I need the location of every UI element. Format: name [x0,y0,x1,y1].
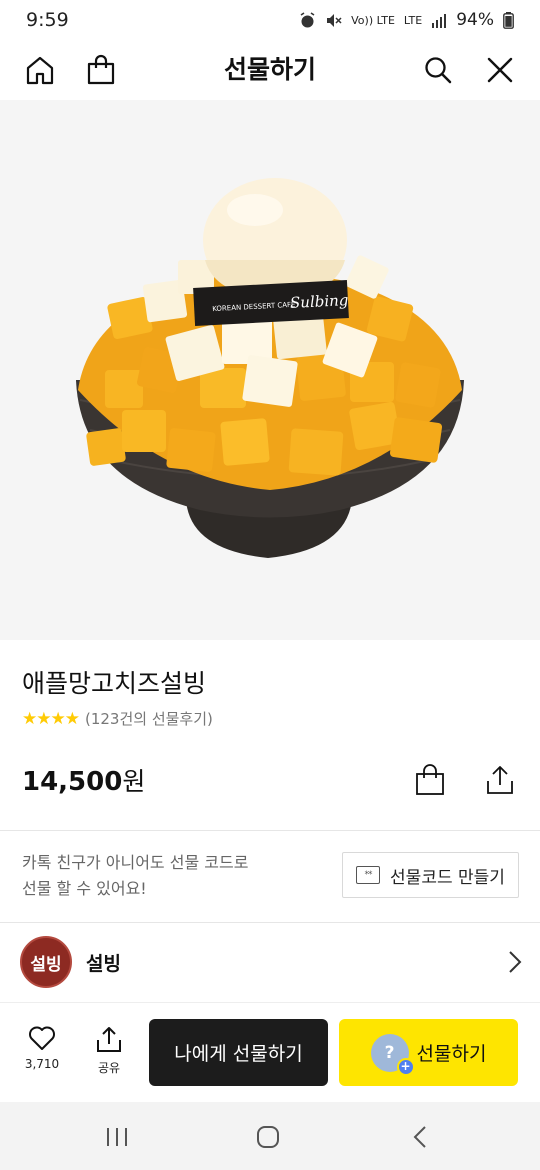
review-count[interactable]: (123건의 선물후기) [85,708,213,729]
product-name: 애플망고치즈설빙 [22,669,207,698]
divider [0,830,540,831]
share-icon [97,1027,121,1052]
like-count: 3,710 [24,1057,60,1071]
volte-icon: Vo)) LTE [351,13,395,27]
search-icon [425,57,452,84]
brand-link[interactable]: 설빙 설빙 [0,922,540,1002]
share-icon [487,766,513,794]
price-value: 14,500 [22,767,123,797]
battery-percent: 94% [456,10,494,30]
rating-stars: ★★★★ [22,708,80,729]
status-time: 9:59 [26,9,69,31]
recent-apps-icon [107,1128,127,1146]
system-nav-bar [0,1102,540,1170]
add-to-gift-box-button[interactable] [410,758,450,802]
lte-icon: LTE [403,13,423,27]
mute-icon [327,13,342,27]
status-indicators: Vo)) LTE LTE 94% [299,10,514,30]
gift-code-icon: ** [356,866,381,884]
share-icon-button[interactable] [480,758,520,802]
bingsu-illustration: KOREAN DESSERT CAFE Sulbing [76,178,464,558]
bag-icon [416,764,444,795]
home-nav-button[interactable] [248,1120,288,1154]
gift-code-line-2: 선물 할 수 있어요! [22,879,147,898]
friend-avatar-icon: ? + [370,1033,415,1076]
gift-code-line-1: 카톡 친구가 아니어도 선물 코드로 [22,853,249,872]
heart-icon [29,1026,55,1050]
brand-logo: 설빙 [20,936,72,988]
gift-to-me-button[interactable]: 나에게 선물하기 [149,1019,328,1086]
signal-icon [432,13,447,28]
search-button[interactable] [418,50,458,90]
close-icon [487,57,513,83]
gift-code-description: 카톡 친구가 아니어도 선물 코드로 선물 할 수 있어요! [22,850,248,902]
tag-brand: Sulbing [290,291,349,312]
home-circle-icon [257,1126,279,1148]
brand-name: 설빙 [86,952,121,975]
alarm-icon [300,11,315,27]
share-button[interactable]: 공유 [79,1025,139,1076]
like-button[interactable]: 3,710 [12,1025,72,1071]
status-bar: 9:59 Vo)) LTE LTE 94% [0,0,540,40]
bottom-action-bar: 3,710 공유 나에게 선물하기 ? + 선물하기 [0,1002,540,1102]
gift-box-button[interactable] [81,50,121,90]
send-gift-label: 선물하기 [416,1043,487,1065]
price-unit: 원 [122,767,146,796]
brand-logo-text: 설빙 [30,954,62,975]
create-gift-code-label: 선물코드 만들기 [390,867,505,888]
gift-to-me-label: 나에게 선물하기 [174,1043,303,1065]
battery-icon [503,11,514,29]
recent-apps-button[interactable] [97,1120,137,1154]
price-actions [410,758,520,802]
back-button[interactable] [400,1120,440,1154]
plus-icon: + [396,1057,415,1076]
product-image[interactable]: KOREAN DESSERT CAFE Sulbing [0,100,540,640]
bag-icon [87,54,115,85]
chevron-right-icon [509,951,522,973]
price: 14,500원 [22,762,145,798]
rating[interactable]: ★★★★ (123건의 선물후기) [22,708,213,729]
send-gift-button[interactable]: ? + 선물하기 [339,1019,518,1086]
home-icon [26,56,54,85]
avatar-question: ? [384,1042,395,1063]
app-header: 선물하기 [0,40,540,100]
close-button[interactable] [480,50,520,90]
home-button[interactable] [20,50,60,90]
back-icon [413,1126,426,1148]
share-label: 공유 [97,1061,121,1075]
create-gift-code-button[interactable]: ** 선물코드 만들기 [342,852,519,898]
